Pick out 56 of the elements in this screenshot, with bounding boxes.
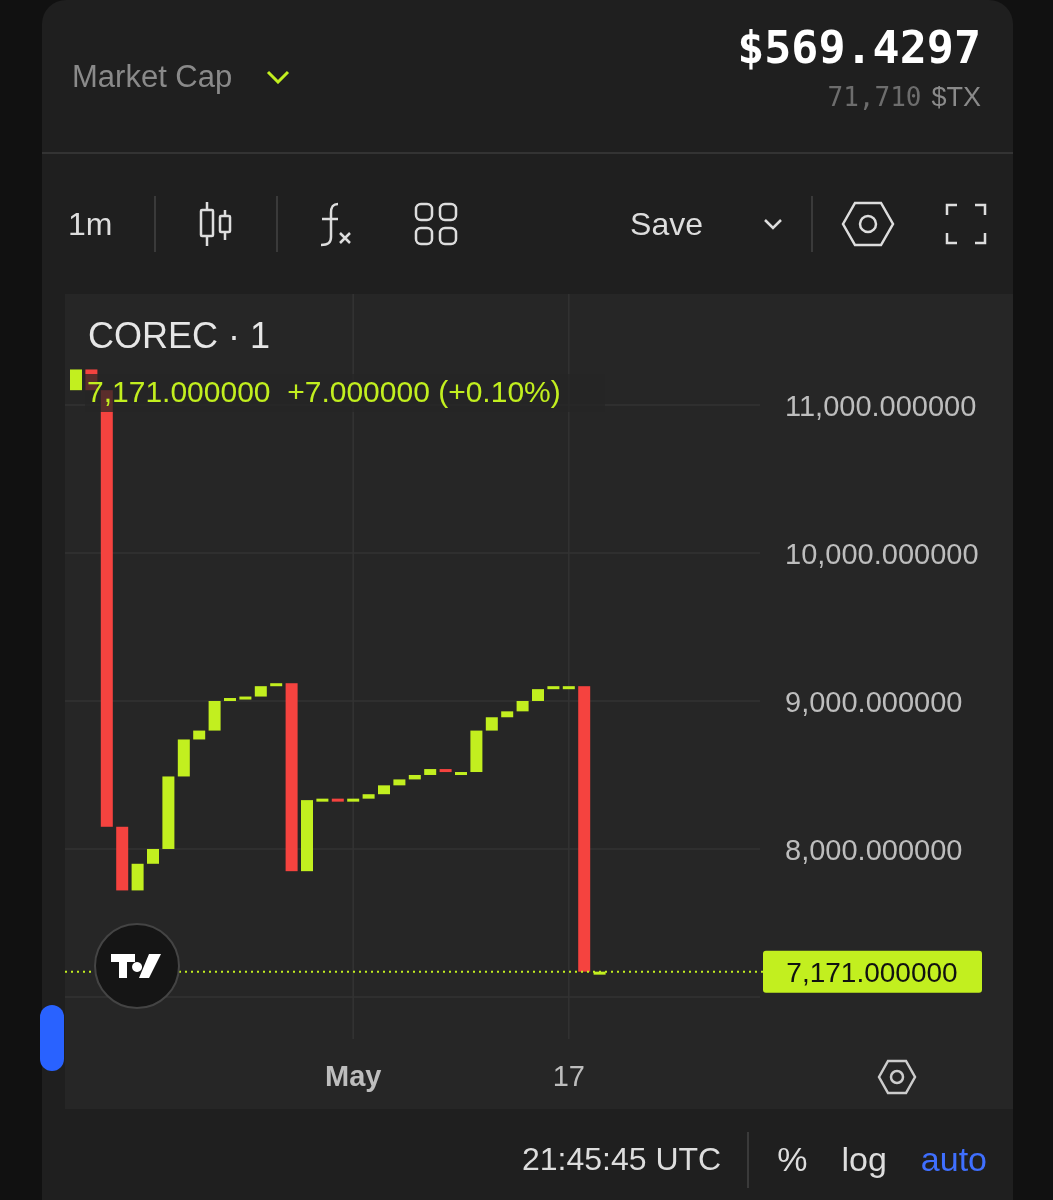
chart-title: COREC · 1 bbox=[88, 315, 271, 356]
candle bbox=[239, 696, 252, 700]
chevron-icon[interactable] bbox=[763, 218, 783, 230]
scale-button[interactable]: auto bbox=[920, 1140, 987, 1179]
time-label: 21:45:45 UTC bbox=[522, 1141, 722, 1178]
candle bbox=[455, 772, 467, 775]
save-button[interactable]: Save bbox=[630, 205, 703, 243]
scale-button[interactable]: % bbox=[777, 1140, 808, 1179]
settings-icon[interactable] bbox=[877, 1059, 917, 1095]
candle bbox=[270, 683, 283, 687]
price-label: 7,171.000000 bbox=[763, 950, 982, 993]
axis-label: 10,000.000000 bbox=[785, 538, 979, 570]
candle bbox=[393, 779, 406, 786]
axis-label: 11,000.000000 bbox=[785, 390, 977, 422]
candle bbox=[593, 971, 606, 975]
candle bbox=[301, 800, 313, 872]
candle bbox=[439, 769, 452, 773]
candle bbox=[131, 863, 144, 891]
candle bbox=[485, 717, 498, 731]
candle bbox=[224, 698, 236, 701]
candle bbox=[193, 730, 206, 740]
fullscreen-icon[interactable] bbox=[945, 203, 987, 245]
price-legend: 7,171.000000 +7.000000 (+0.10%) bbox=[85, 374, 605, 412]
interval-button[interactable]: 1m bbox=[68, 205, 113, 243]
candle bbox=[378, 785, 390, 795]
candle bbox=[208, 701, 221, 731]
candle bbox=[177, 739, 190, 777]
balance-amount: 71,710 bbox=[827, 82, 922, 112]
axis-label: May bbox=[325, 1060, 382, 1092]
chevron-icon[interactable] bbox=[266, 70, 291, 84]
candle bbox=[562, 686, 575, 690]
balance-unit: $TX bbox=[931, 82, 981, 113]
candle bbox=[470, 730, 483, 772]
grid-icon[interactable] bbox=[414, 202, 459, 246]
axis-label: 8,000.000000 bbox=[785, 834, 963, 866]
metric-label[interactable]: Market Cap bbox=[72, 59, 233, 95]
settings-icon[interactable] bbox=[841, 201, 895, 247]
candle bbox=[316, 798, 329, 802]
price: $569.4297 bbox=[737, 21, 981, 74]
candle bbox=[254, 686, 267, 697]
candle bbox=[501, 711, 514, 718]
scale-button[interactable]: log bbox=[841, 1140, 887, 1179]
logo-icon bbox=[94, 923, 180, 1009]
candle bbox=[424, 769, 437, 775]
scroll-handle[interactable] bbox=[40, 1005, 64, 1071]
axis-label: 9,000.000000 bbox=[785, 686, 963, 718]
candle bbox=[116, 826, 129, 891]
candle bbox=[331, 798, 344, 802]
candle bbox=[532, 689, 544, 701]
candle bbox=[547, 686, 560, 690]
candle bbox=[70, 369, 82, 391]
candle bbox=[347, 798, 360, 802]
candle bbox=[408, 775, 421, 780]
candle bbox=[516, 701, 529, 712]
candle bbox=[362, 794, 375, 799]
axis-label: 17 bbox=[552, 1060, 585, 1092]
